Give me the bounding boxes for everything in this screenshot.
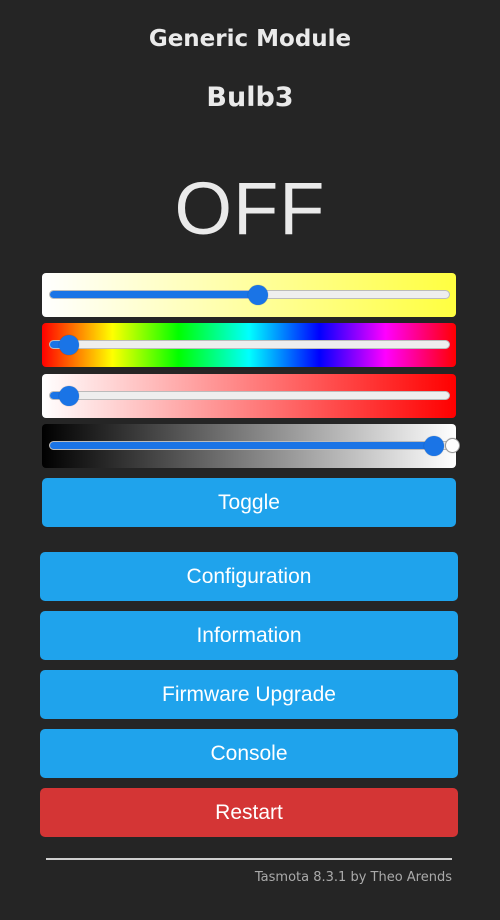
power-state: OFF bbox=[174, 167, 326, 250]
slider-thumb[interactable] bbox=[59, 335, 80, 355]
slider-track bbox=[49, 340, 450, 349]
device-name: Bulb3 bbox=[206, 82, 294, 113]
restart-button[interactable]: Restart bbox=[40, 788, 458, 837]
console-button[interactable]: Console bbox=[40, 729, 458, 778]
slider-fill bbox=[50, 442, 434, 449]
tasmota-page: Generic Module Bulb3 OFF Toggle Configur… bbox=[0, 0, 500, 920]
toggle-button[interactable]: Toggle bbox=[42, 478, 456, 527]
slider-thumb[interactable] bbox=[59, 386, 80, 406]
slider-thumb[interactable] bbox=[247, 285, 268, 305]
slider-fill bbox=[50, 291, 258, 298]
dimmer-slider[interactable] bbox=[42, 424, 460, 468]
footer-credit: Tasmota 8.3.1 by Theo Arends bbox=[254, 870, 452, 885]
firmware-upgrade-button[interactable]: Firmware Upgrade bbox=[40, 670, 458, 719]
footer-divider bbox=[46, 858, 452, 860]
information-button[interactable]: Information bbox=[40, 611, 458, 660]
slider-thumb[interactable] bbox=[423, 436, 444, 456]
slider-track bbox=[49, 441, 450, 450]
color-temperature-slider[interactable] bbox=[42, 273, 456, 317]
slider-end-marker bbox=[445, 438, 460, 453]
hue-slider[interactable] bbox=[42, 323, 456, 367]
configuration-button[interactable]: Configuration bbox=[40, 552, 458, 601]
slider-track bbox=[49, 391, 450, 400]
module-title: Generic Module bbox=[148, 26, 352, 52]
saturation-slider[interactable] bbox=[42, 374, 456, 418]
